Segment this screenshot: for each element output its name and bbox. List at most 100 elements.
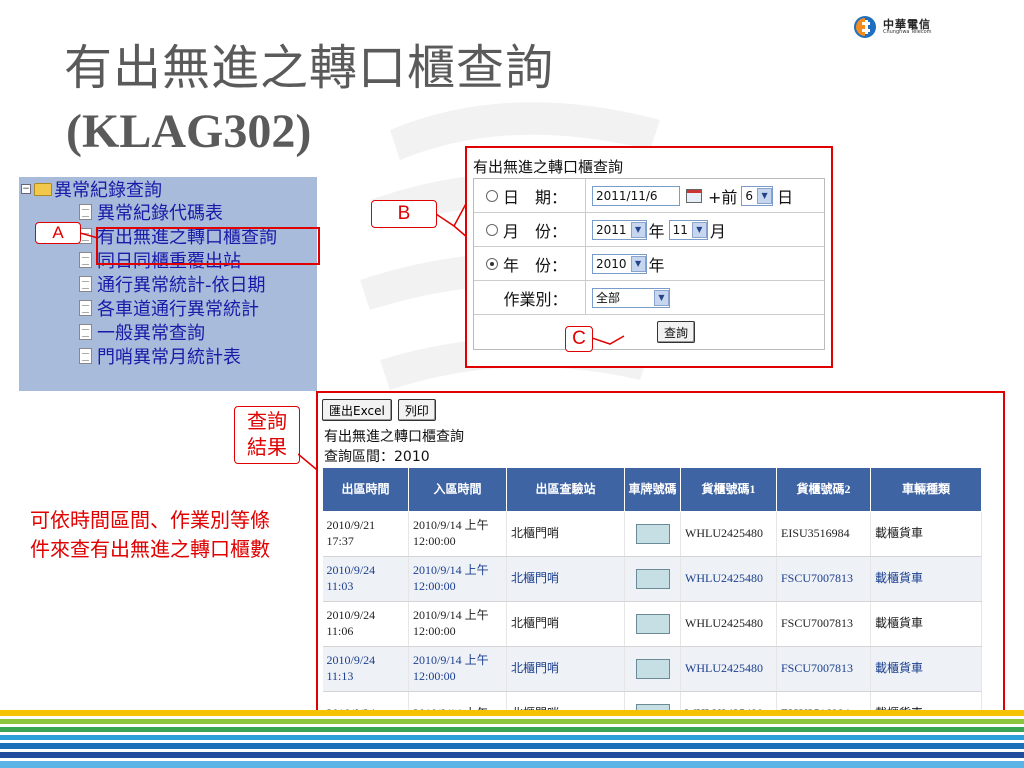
tree-item-lane-stats[interactable]: 各車道通行異常統計 (79, 296, 317, 320)
table-row: 2010/9/24 11:03 2010/9/14 上午 12:00:00 北櫃… (322, 556, 982, 602)
page-title-code: (KLAG302) (66, 105, 312, 158)
plate-image[interactable] (635, 614, 670, 634)
chevron-down-icon[interactable]: ▼ (654, 289, 669, 306)
chevron-down-icon[interactable]: ▼ (691, 221, 707, 238)
date-inputs: 2011/11/6 +前 6 ▼ 日 (586, 179, 824, 212)
cell-in-time: 2010/9/14 上午 12:00:00 (408, 556, 507, 602)
radio-date[interactable] (486, 189, 498, 202)
col-plate[interactable]: 車牌號碼 (624, 467, 681, 512)
table-header-row: 出區時間 入區時間 出區查驗站 車牌號碼 貨櫃號碼1 貨櫃號碼2 車輛種類 (322, 467, 982, 512)
results-range: 查詢區間：2010 (324, 449, 430, 465)
cell-station: 北櫃門哨 (506, 646, 625, 692)
footer-stripes (0, 710, 1024, 768)
year-unit-2: 年 (648, 255, 665, 275)
date-input[interactable]: 2011/11/6 (592, 185, 680, 206)
calendar-icon[interactable] (686, 188, 702, 203)
chevron-down-icon[interactable]: ▼ (630, 255, 646, 272)
month-year-select[interactable]: 2011 ▼ (592, 219, 647, 240)
plate-image[interactable] (635, 659, 670, 679)
folder-icon (34, 182, 52, 196)
callout-a: A (35, 222, 81, 244)
row-submit: 查詢 (474, 315, 824, 349)
cell-container-2: FSCU7007813 (776, 556, 871, 602)
prev-label: +前 (708, 187, 738, 207)
year-select[interactable]: 2010 ▼ (592, 253, 647, 274)
highlight-tree-item (96, 227, 320, 265)
query-button[interactable]: 查詢 (656, 321, 695, 343)
document-icon (79, 324, 92, 340)
tree-item-code-table[interactable]: 異常紀錄代碼表 (79, 200, 317, 224)
cell-container-2: EISU3516984 (776, 511, 871, 557)
results-table: 出區時間 入區時間 出區查驗站 車牌號碼 貨櫃號碼1 貨櫃號碼2 車輛種類 20… (322, 467, 982, 714)
cell-vehicle-type: 載櫃貨車 (870, 646, 982, 692)
tree-item-stats-by-date[interactable]: 通行異常統計-依日期 (79, 272, 317, 296)
col-in-time[interactable]: 入區時間 (408, 467, 507, 512)
operation-label: 作業別： (474, 281, 586, 314)
operation-value: 全部 (596, 291, 621, 305)
month-label: 月 份： (503, 221, 568, 241)
month-select[interactable]: 11 ▼ (668, 219, 708, 240)
explanation-note: 可依時間區間、作業別等條件來查有出無進之轉口櫃數 (30, 508, 270, 561)
tree-item-label: 異常紀錄代碼表 (97, 203, 223, 224)
col-out-time[interactable]: 出區時間 (322, 467, 409, 512)
year-option[interactable]: 年 份： (474, 247, 586, 280)
results-toolbar: 匯出Excel 列印 (322, 399, 436, 421)
cell-container-2: FSCU7007813 (776, 601, 871, 647)
col-station[interactable]: 出區查驗站 (506, 467, 625, 512)
page-title: 有出無進之轉口櫃查詢 (64, 40, 555, 96)
operation-inputs: 全部 ▼ (586, 281, 824, 314)
col-vehicle-type[interactable]: 車輛種類 (870, 467, 982, 512)
cell-plate (624, 556, 681, 602)
tree-item-general-query[interactable]: 一般異常查詢 (79, 320, 317, 344)
year-value: 2010 (596, 256, 627, 271)
month-inputs: 2011 ▼ 年 11 ▼ 月 (586, 213, 824, 246)
plate-image[interactable] (635, 569, 670, 589)
collapse-icon[interactable]: − (21, 184, 31, 194)
tree-item-monthly-stats[interactable]: 門哨異常月統計表 (79, 344, 317, 368)
operation-select[interactable]: 全部 ▼ (592, 287, 670, 308)
cell-out-time: 2010/9/24 11:03 (322, 556, 409, 602)
row-month: 月 份： 2011 ▼ 年 11 ▼ 月 (474, 213, 824, 247)
cell-plate (624, 601, 681, 647)
document-icon (79, 300, 92, 316)
cell-container-2: FSCU7007813 (776, 646, 871, 692)
cell-plate (624, 646, 681, 692)
tree-item-label: 門哨異常月統計表 (97, 347, 241, 368)
tree-root[interactable]: − 異常紀錄查詢 (21, 178, 317, 201)
cell-out-time: 2010/9/24 11:13 (322, 646, 409, 692)
row-operation: 作業別： 全部 ▼ (474, 281, 824, 315)
radio-year-selected[interactable] (486, 257, 498, 270)
month-option[interactable]: 月 份： (474, 213, 586, 246)
query-form: 有出無進之轉口櫃查詢 日 期： 2011/11/6 +前 6 ▼ 日 月 份： (465, 146, 833, 368)
day-unit: 日 (777, 187, 794, 207)
document-icon (79, 348, 92, 364)
table-row: 2010/9/24 11:13 2010/9/14 上午 12:00:00 北櫃… (322, 646, 982, 692)
chevron-down-icon[interactable]: ▼ (630, 221, 646, 238)
callout-c: C (565, 326, 593, 352)
radio-month[interactable] (486, 223, 498, 236)
table-row: 2010/9/24 11:06 2010/9/14 上午 12:00:00 北櫃… (322, 601, 982, 647)
prev-days-select[interactable]: 6 ▼ (741, 185, 774, 206)
col-container-2[interactable]: 貨櫃號碼2 (776, 467, 871, 512)
year-inputs: 2010 ▼ 年 (586, 247, 824, 280)
print-button[interactable]: 列印 (397, 399, 436, 421)
document-icon (79, 276, 92, 292)
cell-plate (624, 511, 681, 557)
form-title: 有出無進之轉口櫃查詢 (473, 158, 624, 176)
cell-container-1: WHLU2425480 (680, 556, 777, 602)
col-container-1[interactable]: 貨櫃號碼1 (680, 467, 777, 512)
callout-results-line1: 查詢 (247, 411, 287, 433)
tree-item-label: 通行異常統計-依日期 (97, 275, 266, 296)
month-value: 11 (672, 222, 688, 237)
prev-days-value: 6 (745, 188, 754, 203)
chevron-down-icon[interactable]: ▼ (757, 187, 773, 204)
cell-out-time: 2010/9/21 17:37 (322, 511, 409, 557)
results-title: 有出無進之轉口櫃查詢 (324, 429, 464, 445)
logo-name-en: Chunghwa Telecom (883, 29, 932, 35)
callout-results: 查詢 結果 (234, 406, 300, 464)
date-option[interactable]: 日 期： (474, 179, 586, 212)
export-excel-button[interactable]: 匯出Excel (322, 399, 392, 421)
cell-station: 北櫃門哨 (506, 601, 625, 647)
plate-image[interactable] (635, 524, 670, 544)
row-year: 年 份： 2010 ▼ 年 (474, 247, 824, 281)
